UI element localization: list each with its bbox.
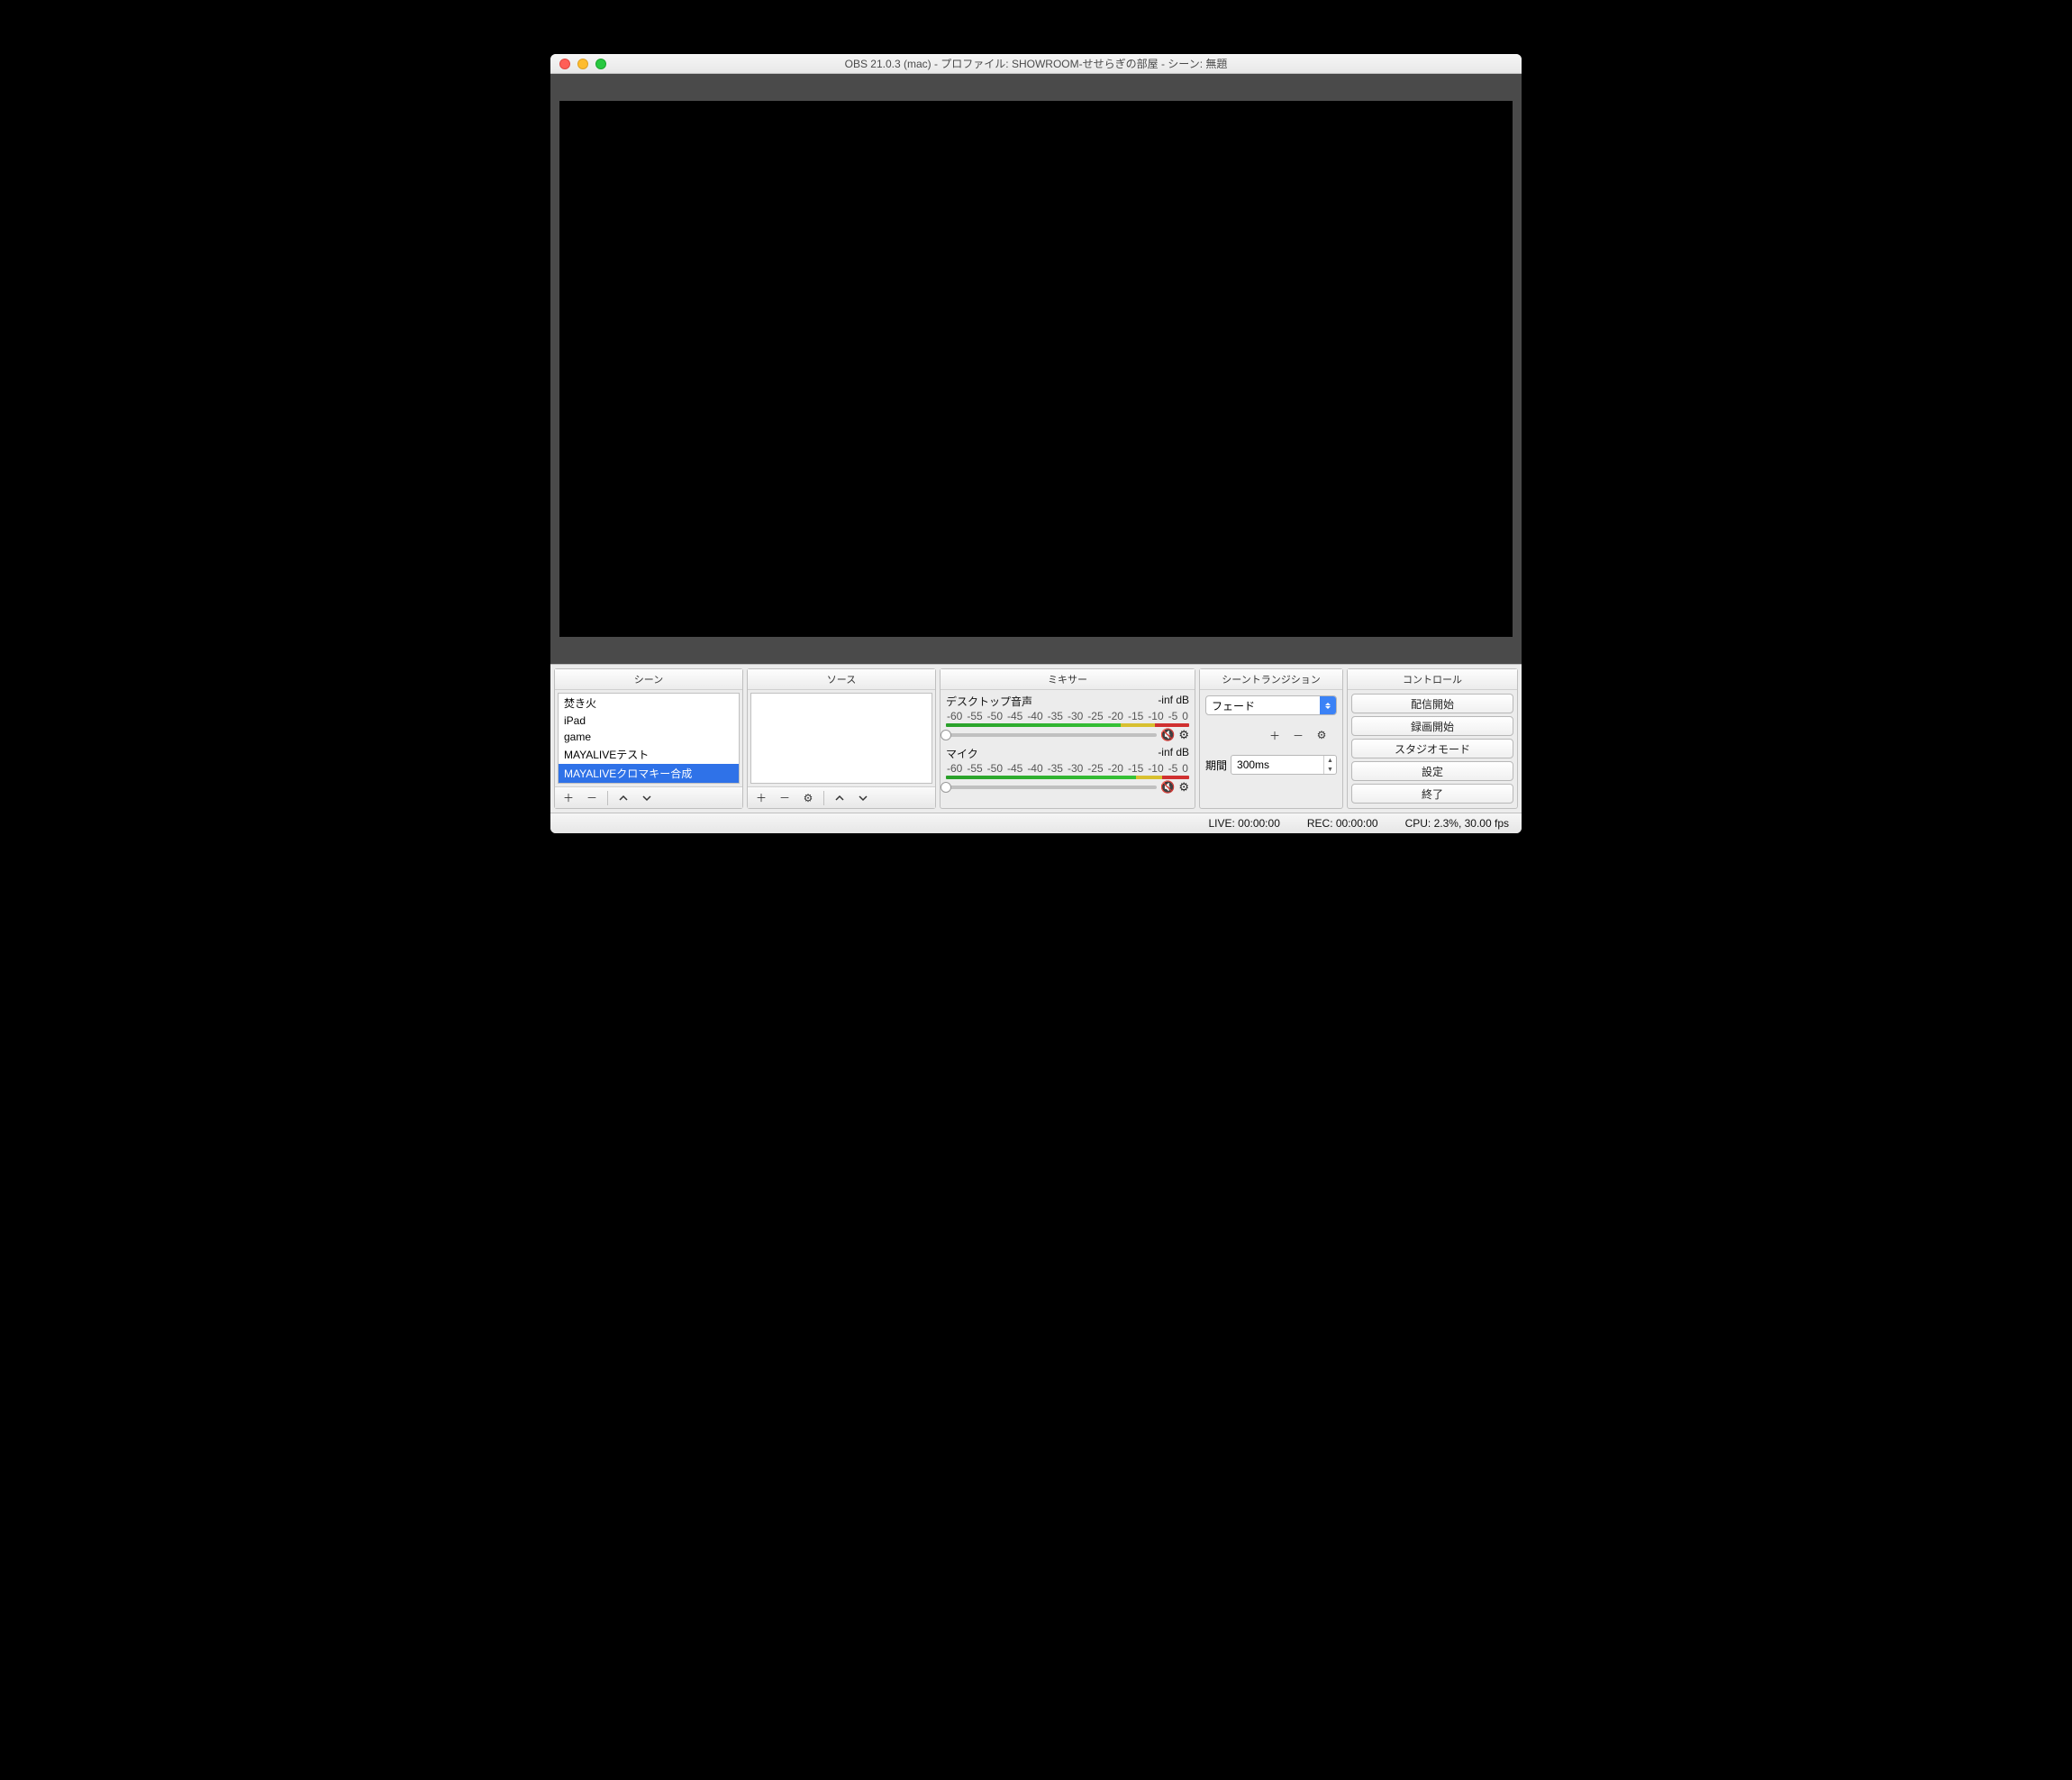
channel-name: マイク — [946, 746, 978, 761]
titlebar: OBS 21.0.3 (mac) - プロファイル: SHOWROOM-せせらぎ… — [550, 54, 1522, 74]
chevron-up-icon — [834, 793, 845, 804]
remove-scene-button[interactable]: － — [582, 789, 602, 807]
preview-canvas[interactable] — [559, 101, 1513, 637]
preview-area — [550, 74, 1522, 664]
studio-mode-button[interactable]: スタジオモード — [1351, 739, 1513, 758]
window-minimize-button[interactable] — [577, 59, 588, 69]
sources-header: ソース — [748, 669, 935, 690]
source-properties-button[interactable]: ⚙ — [798, 789, 818, 807]
window-close-button[interactable] — [559, 59, 570, 69]
move-source-down-button[interactable] — [853, 789, 873, 807]
audio-meter — [946, 723, 1189, 727]
plus-icon: ＋ — [1269, 728, 1280, 743]
toolbar-divider — [607, 791, 608, 805]
minus-icon: － — [586, 790, 597, 805]
scenes-header: シーン — [555, 669, 742, 690]
plus-icon: ＋ — [756, 790, 767, 805]
settings-button[interactable]: 設定 — [1351, 761, 1513, 781]
start-recording-button[interactable]: 録画開始 — [1351, 716, 1513, 736]
add-scene-button[interactable]: ＋ — [559, 789, 578, 807]
minus-icon: － — [1293, 728, 1304, 743]
channel-level: -inf dB — [1158, 746, 1189, 761]
scene-item[interactable]: iPad — [559, 713, 739, 729]
add-transition-button[interactable]: ＋ — [1265, 726, 1285, 744]
chevron-down-icon — [858, 793, 868, 804]
transition-properties-button[interactable]: ⚙ — [1312, 726, 1331, 744]
transition-select[interactable]: フェード — [1205, 695, 1337, 715]
duration-label: 期間 — [1205, 758, 1227, 773]
status-live: LIVE: 00:00:00 — [1208, 817, 1279, 830]
exit-button[interactable]: 終了 — [1351, 784, 1513, 804]
plus-icon: ＋ — [563, 790, 574, 805]
scene-item[interactable]: MAYALIVEクロマキー合成 — [559, 764, 739, 783]
volume-slider[interactable] — [946, 786, 1157, 789]
mixer-channel-desktop: デスクトップ音声 -inf dB -60-55-50-45-40-35-30-2… — [946, 694, 1189, 742]
status-rec: REC: 00:00:00 — [1307, 817, 1378, 830]
move-scene-up-button[interactable] — [613, 789, 633, 807]
scenes-toolbar: ＋ － — [555, 786, 742, 808]
gear-icon: ⚙ — [804, 792, 813, 804]
scene-item[interactable]: MAYALIVEテスト — [559, 745, 739, 764]
window-maximize-button[interactable] — [595, 59, 606, 69]
gear-icon[interactable]: ⚙ — [1178, 728, 1189, 742]
window-title: OBS 21.0.3 (mac) - プロファイル: SHOWROOM-せせらぎ… — [550, 56, 1522, 71]
start-streaming-button[interactable]: 配信開始 — [1351, 694, 1513, 713]
duration-input[interactable]: 300ms ▲ ▼ — [1231, 755, 1337, 775]
scenes-panel: シーン 焚き火 iPad game MAYALIVEテスト MAYALIVEクロ… — [554, 668, 743, 809]
remove-source-button[interactable]: － — [775, 789, 795, 807]
channel-name: デスクトップ音声 — [946, 694, 1032, 709]
status-cpu: CPU: 2.3%, 30.00 fps — [1405, 817, 1509, 830]
scene-item[interactable]: game — [559, 729, 739, 745]
sources-list[interactable] — [750, 693, 932, 784]
stepper-down-button[interactable]: ▼ — [1324, 765, 1336, 774]
duration-value: 300ms — [1231, 758, 1323, 771]
toolbar-divider — [823, 791, 824, 805]
minus-icon: － — [779, 790, 790, 805]
chevron-up-icon — [618, 793, 629, 804]
stepper-up-button[interactable]: ▲ — [1324, 756, 1336, 765]
chevron-down-icon — [641, 793, 652, 804]
transitions-panel: シーントランジション フェード ＋ － ⚙ 期間 300ms ▲ — [1199, 668, 1343, 809]
scenes-list[interactable]: 焚き火 iPad game MAYALIVEテスト MAYALIVEクロマキー合… — [558, 693, 740, 784]
move-source-up-button[interactable] — [830, 789, 850, 807]
slider-thumb[interactable] — [941, 730, 951, 740]
mute-icon[interactable]: 🔇 — [1160, 728, 1175, 742]
controls-panel: コントロール 配信開始 録画開始 スタジオモード 設定 終了 — [1347, 668, 1518, 809]
audio-meter — [946, 776, 1189, 779]
mixer-header: ミキサー — [941, 669, 1195, 690]
sources-toolbar: ＋ － ⚙ — [748, 786, 935, 808]
mixer-panel: ミキサー デスクトップ音声 -inf dB -60-55-50-45-40-35… — [940, 668, 1195, 809]
slider-thumb[interactable] — [941, 782, 951, 793]
gear-icon[interactable]: ⚙ — [1178, 780, 1189, 795]
status-bar: LIVE: 00:00:00 REC: 00:00:00 CPU: 2.3%, … — [550, 813, 1522, 833]
mixer-channel-mic: マイク -inf dB -60-55-50-45-40-35-30-25-20-… — [946, 746, 1189, 795]
meter-ticks: -60-55-50-45-40-35-30-25-20-15-10-50 — [946, 762, 1189, 775]
scene-item[interactable]: 焚き火 — [559, 694, 739, 713]
add-source-button[interactable]: ＋ — [751, 789, 771, 807]
volume-slider[interactable] — [946, 733, 1157, 737]
move-scene-down-button[interactable] — [637, 789, 657, 807]
mute-icon[interactable]: 🔇 — [1160, 780, 1175, 795]
obs-window: OBS 21.0.3 (mac) - プロファイル: SHOWROOM-せせらぎ… — [550, 54, 1522, 833]
select-stepper-icon[interactable] — [1320, 696, 1336, 714]
channel-level: -inf dB — [1158, 694, 1189, 709]
sources-panel: ソース ＋ － ⚙ — [747, 668, 936, 809]
controls-header: コントロール — [1348, 669, 1517, 690]
gear-icon: ⚙ — [1317, 729, 1327, 741]
dock-row: シーン 焚き火 iPad game MAYALIVEテスト MAYALIVEクロ… — [550, 664, 1522, 813]
transition-selected-label: フェード — [1206, 698, 1320, 713]
remove-transition-button[interactable]: － — [1288, 726, 1308, 744]
transitions-header: シーントランジション — [1200, 669, 1342, 690]
meter-ticks: -60-55-50-45-40-35-30-25-20-15-10-50 — [946, 710, 1189, 722]
